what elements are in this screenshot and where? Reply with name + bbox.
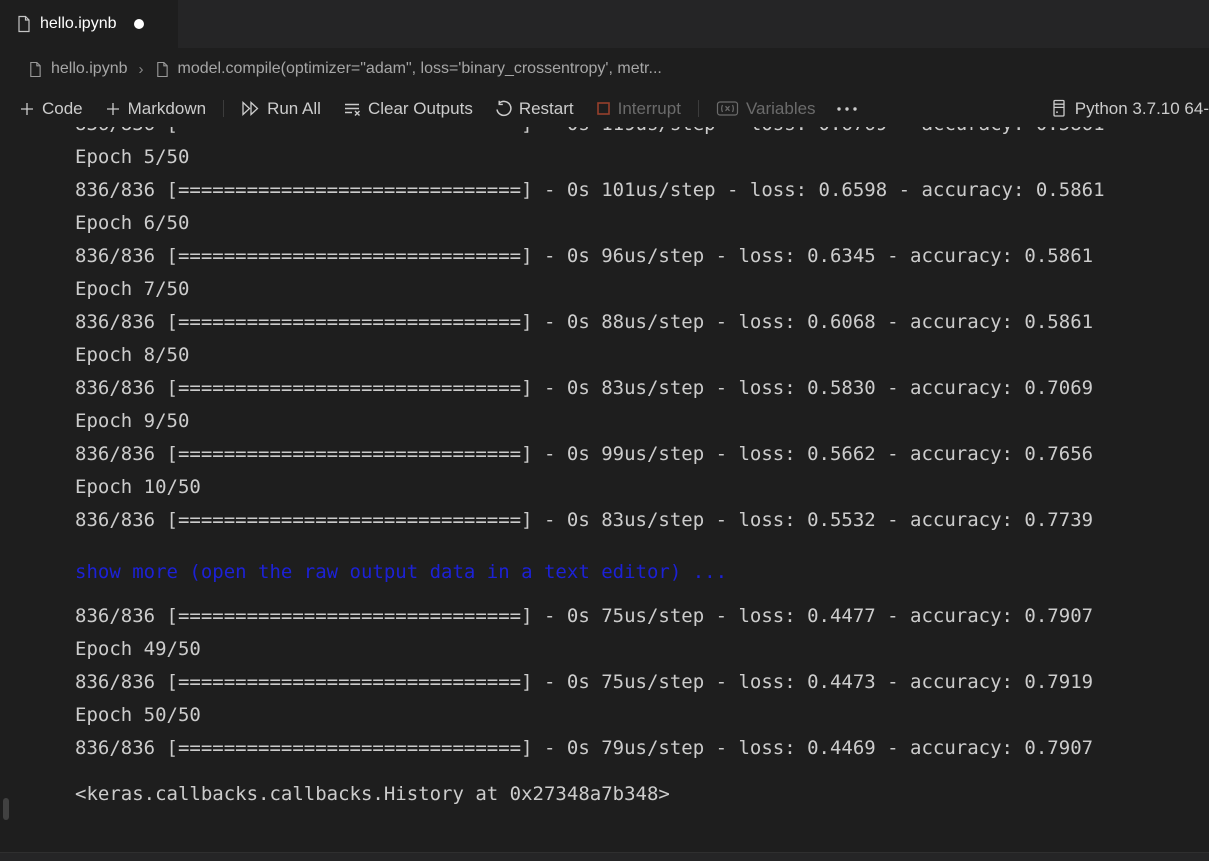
notebook-bottom-band [0,852,1209,861]
cell-output: 836/836 [==============================]… [75,127,1209,852]
variables-icon [716,100,739,117]
cell-focus-handle[interactable] [3,798,9,820]
run-all-label: Run All [267,99,321,119]
clear-outputs-icon [343,101,361,117]
kernel-label: Python 3.7.10 64- [1075,99,1209,119]
variables-button: Variables [705,95,827,123]
add-markdown-label: Markdown [128,99,206,119]
output-line: 836/836 [==============================]… [75,127,1209,141]
output-line: 836/836 [==============================]… [75,174,1209,207]
output-line: Epoch 7/50 [75,273,1209,306]
output-line: Epoch 50/50 [75,699,1209,732]
ellipsis-icon [836,106,858,112]
kernel-picker[interactable]: Python 3.7.10 64- [1051,99,1209,119]
breadcrumb-file[interactable]: hello.ipynb [51,60,128,78]
output-line: 836/836 [==============================]… [75,372,1209,405]
run-all-icon [241,100,260,117]
breadcrumb: hello.ipynb › model.compile(optimizer="a… [0,48,1209,90]
output-line: 836/836 [==============================]… [75,306,1209,339]
output-line: Epoch 8/50 [75,339,1209,372]
output-line: Epoch 5/50 [75,141,1209,174]
restart-label: Restart [519,99,574,119]
variables-label: Variables [746,99,816,119]
kernel-icon [1051,99,1067,118]
output-line: 836/836 [==============================]… [75,600,1209,633]
add-code-label: Code [42,99,83,119]
notebook-toolbar: Code Markdown Run All Clear Outputs [0,90,1209,127]
output-line: Epoch 9/50 [75,405,1209,438]
show-more-link[interactable]: show more (open the raw output data in a… [75,556,1209,589]
clear-outputs-button[interactable]: Clear Outputs [332,95,484,123]
chevron-right-icon: › [137,61,146,78]
clear-outputs-label: Clear Outputs [368,99,473,119]
breadcrumb-cell[interactable]: model.compile(optimizer="adam", loss='bi… [178,60,662,78]
file-icon [155,61,169,78]
file-icon [28,61,42,78]
output-line: Epoch 10/50 [75,471,1209,504]
add-code-button[interactable]: Code [8,95,94,123]
restart-button[interactable]: Restart [484,95,585,123]
toolbar-separator [698,100,699,117]
restart-icon [495,100,512,117]
output-line: Epoch 6/50 [75,207,1209,240]
plus-icon [105,101,121,117]
output-line: 836/836 [==============================]… [75,240,1209,273]
more-actions-button[interactable] [827,95,867,123]
interrupt-button: Interrupt [585,95,692,123]
tab-bar: hello.ipynb [0,0,1209,48]
toolbar-separator [223,100,224,117]
interrupt-label: Interrupt [618,99,681,119]
add-markdown-button[interactable]: Markdown [94,95,217,123]
interrupt-square-icon [596,101,611,116]
run-all-button[interactable]: Run All [230,95,332,123]
tab-hello-ipynb[interactable]: hello.ipynb [0,0,178,48]
output-line: 836/836 [==============================]… [75,732,1209,765]
output-line: Epoch 49/50 [75,633,1209,666]
file-icon [16,15,31,33]
plus-icon [19,101,35,117]
tab-title: hello.ipynb [40,15,117,33]
output-line: 836/836 [==============================]… [75,438,1209,471]
output-line: 836/836 [==============================]… [75,666,1209,699]
unsaved-dot-icon[interactable] [134,19,144,29]
output-line: 836/836 [==============================]… [75,504,1209,537]
output-line: <keras.callbacks.callbacks.History at 0x… [75,778,1209,811]
